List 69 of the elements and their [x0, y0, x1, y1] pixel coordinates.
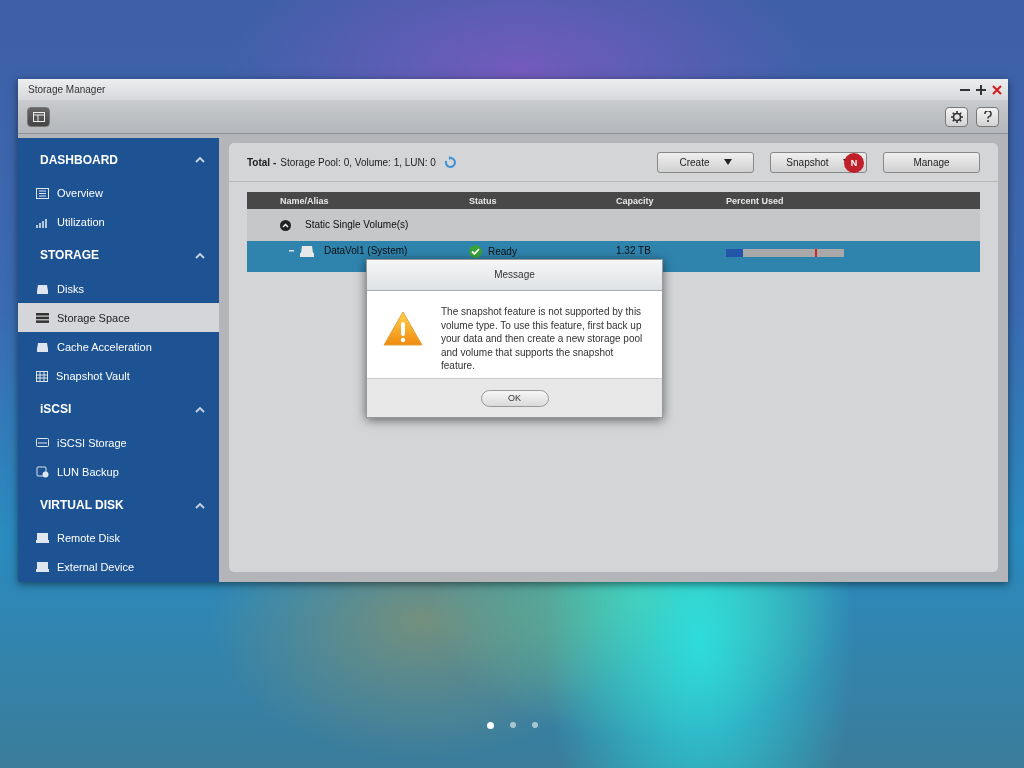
help-icon [983, 111, 992, 122]
chevron-icon[interactable] [195, 156, 205, 164]
chevron-icon[interactable] [195, 501, 205, 509]
section-title: DASHBOARD [40, 152, 118, 167]
list-icon [36, 187, 49, 199]
volume-name: DataVol1 (System) [324, 245, 408, 257]
sidebar-item[interactable]: Cache Acceleration [18, 332, 219, 362]
bar-chart-icon [36, 216, 49, 228]
sidebar-item[interactable]: LUN Backup [18, 457, 219, 487]
sidebar-item[interactable]: Disks [18, 274, 219, 304]
window-title: Storage Manager [28, 84, 106, 95]
group-label: Static Single Volume(s) [305, 219, 409, 231]
section-title: iSCSI [40, 402, 72, 417]
chevron-icon[interactable] [195, 251, 205, 259]
sidebar-item[interactable]: Storage Space [18, 303, 219, 333]
sidebar-item[interactable]: Overview [18, 178, 219, 208]
action-button[interactable]: Snapshot N [770, 151, 867, 173]
item-label: Utilization [57, 216, 105, 229]
column-header: Name/Alias [279, 195, 330, 206]
item-label: Disks [57, 282, 84, 295]
page-dot[interactable] [509, 722, 516, 728]
summary-label: Total - [247, 156, 277, 168]
dialog-message: The snapshot feature is not supported by this volume type. To use this feature, first back up your data and then create a new storage pool and volume that supports the snapshot feature. [441, 305, 644, 373]
stack-icon [36, 312, 49, 323]
action-button[interactable]: Create [657, 151, 754, 173]
item-label: Cache Acceleration [57, 340, 152, 353]
layout-button[interactable] [27, 106, 50, 127]
chevron-icon[interactable] [195, 405, 205, 413]
column-header: Capacity [616, 195, 655, 206]
sidebar-item[interactable]: iSCSI Storage [18, 428, 219, 458]
backup-icon [36, 465, 49, 478]
sidebar-item[interactable]: Utilization [18, 207, 219, 237]
page-dot[interactable] [531, 722, 538, 728]
item-label: LUN Backup [57, 465, 119, 478]
drive-icon [36, 562, 49, 573]
item-label: Remote Disk [57, 532, 120, 545]
group-row[interactable]: Static Single Volume(s) [247, 209, 980, 241]
summary-text: Storage Pool: 0, Volume: 1, LUN: 0 [280, 156, 436, 168]
section-title: STORAGE [40, 248, 100, 263]
page-dot[interactable] [486, 722, 494, 729]
action-button[interactable]: Manage [883, 151, 980, 173]
layout-icon [32, 111, 45, 122]
settings-button[interactable] [945, 106, 968, 127]
item-label: Overview [57, 187, 103, 200]
capacity-cell-text: 1.32 TB [616, 245, 652, 257]
item-label: Storage Space [57, 311, 130, 324]
item-label: Snapshot Vault [56, 370, 130, 383]
grid-icon [36, 370, 48, 382]
item-label: iSCSI Storage [57, 436, 127, 449]
maximize-icon[interactable] [976, 84, 986, 95]
notification-badge: N [844, 152, 864, 173]
sidebar-item[interactable]: Snapshot Vault [18, 361, 219, 391]
dash-icon [289, 250, 294, 252]
warning-icon [383, 311, 423, 347]
column-header: Status [469, 195, 498, 206]
item-label: External Device [57, 561, 135, 574]
help-button[interactable] [976, 106, 999, 127]
collapse-icon[interactable] [280, 219, 291, 231]
close-icon[interactable] [992, 84, 1002, 95]
column-header: Percent Used [726, 195, 785, 206]
sidebar-item[interactable]: External Device [18, 552, 219, 583]
section-title: VIRTUAL DISK [40, 498, 124, 513]
drive-icon [36, 533, 49, 544]
settings-icon [950, 110, 963, 123]
status-text: Ready [488, 245, 517, 258]
sidebar-item[interactable]: Remote Disk [18, 523, 219, 553]
ok-button[interactable]: OK [480, 389, 549, 407]
drive-icon [300, 245, 314, 257]
drive-icon [36, 438, 49, 448]
